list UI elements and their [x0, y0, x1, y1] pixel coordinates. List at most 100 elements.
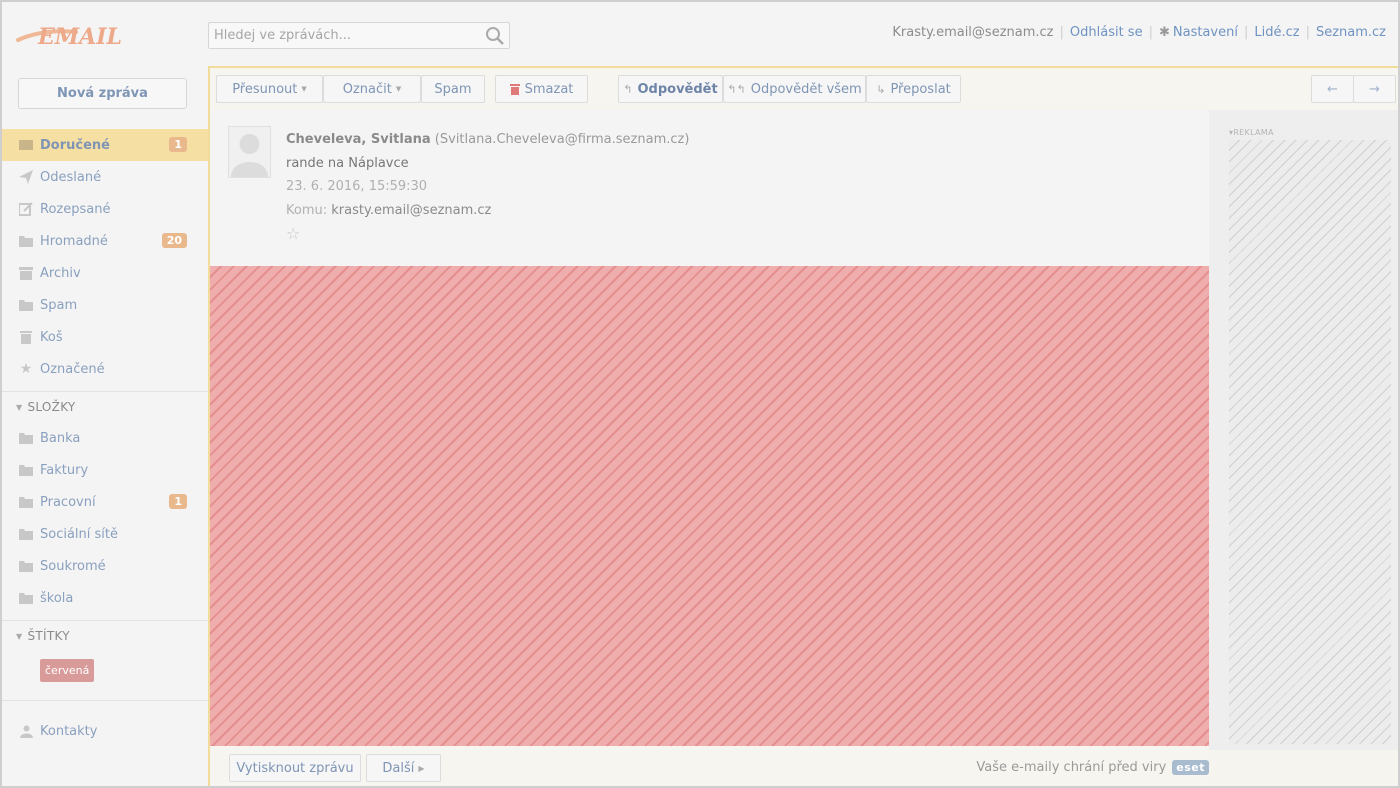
spam-button[interactable]: Spam — [421, 75, 485, 103]
move-button[interactable]: Přesunout ▼ — [216, 75, 323, 103]
sidebar-item-label: Soukromé — [40, 558, 106, 574]
sidebar-item-label: škola — [40, 590, 74, 606]
sidebar-item-label: Pracovní — [40, 494, 96, 510]
folder-icon — [19, 591, 33, 605]
sidebar-item-label: Rozepsané — [40, 201, 111, 217]
mark-button[interactable]: Označit ▼ — [323, 75, 421, 103]
tags-heading[interactable]: ▼ ŠTÍTKY — [2, 621, 208, 651]
forward-icon: ↳ — [876, 82, 886, 96]
reply-button[interactable]: ↰ Odpovědět — [618, 75, 723, 103]
forward-button[interactable]: ↳ Přeposlat — [866, 75, 961, 103]
main-panel: Přesunout ▼ Označit ▼ Spam Smazat ↰ Odpověd… — [208, 66, 1398, 786]
header-details: Cheveleva, Svitlana (Svitlana.Cheveleva@… — [286, 128, 689, 222]
sidebar-item-label: Koš — [40, 329, 63, 345]
star-icon: ★ — [19, 361, 33, 377]
eset-logo[interactable]: eset — [1172, 760, 1209, 775]
svg-text:EMAIL: EMAIL — [37, 24, 122, 50]
logout-link[interactable]: Odhlásit se — [1070, 25, 1143, 40]
reply-all-button[interactable]: ↰↰ Odpovědět všem — [723, 75, 866, 103]
folder-icon — [19, 495, 33, 509]
folders-heading[interactable]: ▼ SLOŽKY — [2, 392, 208, 422]
folder-icon — [19, 431, 33, 445]
virus-text: Vaše e-maily chrání před viry — [976, 760, 1167, 775]
chevron-down-icon: ▼ — [301, 85, 307, 93]
arrow-left-icon: ← — [1327, 81, 1338, 97]
email-logo[interactable]: EMAIL — [16, 18, 150, 52]
sidebar-item-label: Kontakty — [40, 723, 98, 739]
seznam-link[interactable]: Seznam.cz — [1316, 25, 1386, 40]
sidebar-item-drafts[interactable]: Rozepsané — [2, 193, 208, 225]
user-email: Krasty.email@seznam.cz — [892, 25, 1054, 40]
search-input[interactable] — [214, 28, 474, 43]
new-message-button[interactable]: Nová zpráva — [18, 78, 187, 109]
reply-icon: ↰ — [623, 82, 633, 96]
tags-heading-label: ŠTÍTKY — [27, 629, 70, 643]
message-toolbar: Přesunout ▼ Označit ▼ Spam Smazat ↰ Odpověd… — [210, 68, 1398, 110]
folder-icon — [19, 298, 33, 312]
reply-all-label: Odpovědět všem — [750, 81, 862, 97]
star-icon[interactable]: ☆ — [286, 224, 300, 243]
sidebar-folder-faktury[interactable]: Faktury — [2, 454, 208, 486]
chevron-down-icon: ▼ — [16, 631, 23, 641]
search-box[interactable] — [208, 22, 510, 49]
reply-all-icon: ↰↰ — [727, 82, 746, 96]
sidebar-item-label: Hromadné — [40, 233, 108, 249]
move-label: Přesunout — [232, 81, 298, 97]
ad-banner[interactable] — [1229, 140, 1391, 744]
sidebar-item-archive[interactable]: Archiv — [2, 257, 208, 289]
sidebar: Doručené 1 Odeslané Rozepsané Hromadné 2… — [2, 129, 208, 747]
chevron-right-icon: ▶ — [418, 763, 425, 773]
prev-message-button[interactable]: ← — [1311, 75, 1354, 103]
sidebar-folder-socialni[interactable]: Sociální sítě — [2, 518, 208, 550]
folder-icon — [19, 463, 33, 477]
forward-label: Přeposlat — [890, 81, 951, 97]
trash-icon — [19, 330, 33, 344]
ad-label-text: REKLAMA — [1233, 128, 1274, 137]
edit-icon — [19, 202, 33, 216]
sidebar-item-trash[interactable]: Koš — [2, 321, 208, 353]
delete-label: Smazat — [524, 81, 574, 97]
search-icon[interactable] — [485, 26, 505, 46]
sidebar-folder-skola[interactable]: škola — [2, 582, 208, 614]
tag-cervena[interactable]: červená — [40, 659, 95, 682]
reply-label: Odpovědět — [637, 81, 718, 97]
next-message-button[interactable]: → — [1353, 75, 1396, 103]
virus-protection-note: Vaše e-maily chrání před viry eset — [976, 760, 1209, 775]
sidebar-item-spam[interactable]: Spam — [2, 289, 208, 321]
sidebar-item-bulk[interactable]: Hromadné 20 — [2, 225, 208, 257]
people-link[interactable]: Lidé.cz — [1254, 25, 1299, 40]
sidebar-item-sent[interactable]: Odeslané — [2, 161, 208, 193]
sidebar-folder-soukrome[interactable]: Soukromé — [2, 550, 208, 582]
message-subject: rande na Náplavce — [286, 155, 409, 171]
more-button[interactable]: Další ▶ — [366, 754, 441, 782]
send-icon — [19, 170, 33, 184]
to-address: krasty.email@seznam.cz — [331, 202, 492, 218]
more-label: Další — [382, 760, 415, 776]
settings-link[interactable]: Nastavení — [1173, 25, 1238, 40]
divider — [2, 700, 208, 701]
sidebar-item-starred[interactable]: ★ Označené — [2, 353, 208, 385]
app-window: EMAIL Krasty.email@seznam.cz|Odhlásit se… — [0, 0, 1400, 788]
archive-icon — [19, 266, 33, 280]
sidebar-folder-banka[interactable]: Banka — [2, 422, 208, 454]
delete-button[interactable]: Smazat — [495, 75, 588, 103]
sender-email: (Svitlana.Cheveleva@firma.seznam.cz) — [434, 132, 690, 147]
mark-label: Označit — [342, 81, 392, 97]
unread-badge: 1 — [169, 494, 187, 509]
sender-name[interactable]: Cheveleva, Svitlana — [286, 132, 431, 147]
ad-column: ▾REKLAMA — [1209, 110, 1398, 750]
folder-icon — [19, 559, 33, 573]
trash-icon — [509, 83, 520, 95]
inbox-icon — [19, 138, 33, 152]
to-label: Komu: — [286, 202, 328, 218]
sidebar-item-label: Označené — [40, 361, 105, 377]
message-date: 23. 6. 2016, 15:59:30 — [286, 179, 428, 194]
sidebar-item-contacts[interactable]: Kontakty — [2, 715, 208, 747]
sidebar-folder-pracovni[interactable]: Pracovní 1 — [2, 486, 208, 518]
message-footer: Vytisknout zprávu Další ▶ Vaše e-maily ch… — [210, 746, 1209, 786]
print-button[interactable]: Vytisknout zprávu — [229, 754, 361, 782]
ad-label: ▾REKLAMA — [1229, 128, 1274, 137]
sidebar-item-label: Sociální sítě — [40, 526, 119, 542]
sidebar-item-inbox[interactable]: Doručené 1 — [2, 129, 208, 161]
gear-icon[interactable]: ✱ — [1159, 25, 1170, 40]
